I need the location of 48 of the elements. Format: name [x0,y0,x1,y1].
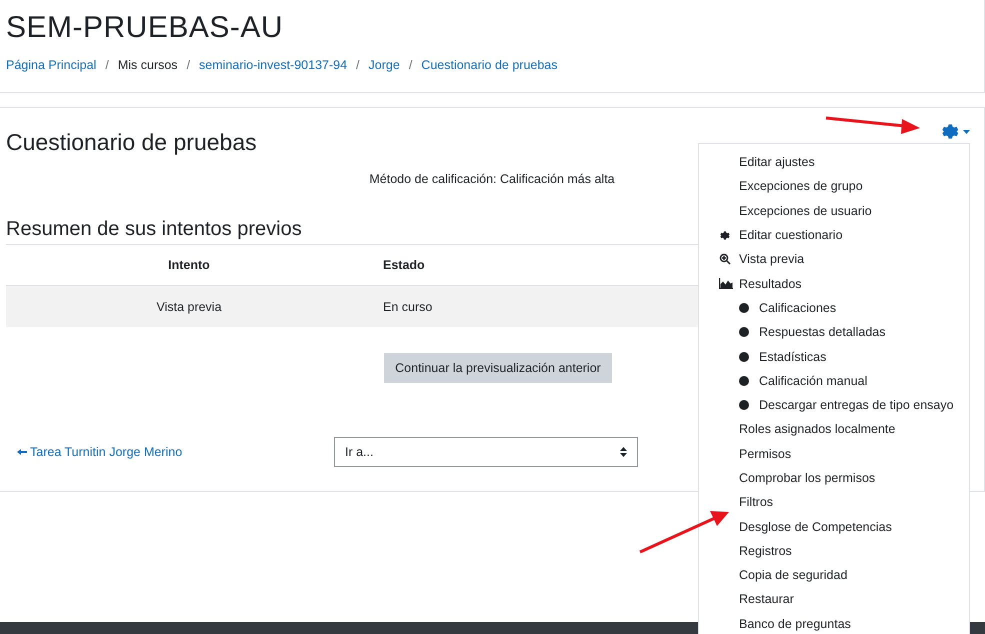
menu-item[interactable]: Vista previa [699,247,969,272]
breadcrumb-separator: / [105,58,109,72]
menu-item[interactable]: Copia de seguridad [699,563,969,588]
gear-icon [719,230,730,241]
bullet-icon [739,376,749,386]
menu-item[interactable]: Registros [699,538,969,564]
settings-button[interactable] [940,122,970,141]
menu-item[interactable]: Filtros [699,490,969,514]
menu-item[interactable]: Editar ajustes [699,150,969,174]
menu-item[interactable]: Editar cuestionario [699,222,969,248]
breadcrumb-link[interactable]: Cuestionario de pruebas [421,58,558,72]
zoom-icon [719,253,731,266]
grading-method: Método de calificación: Calificación más alta [369,172,615,186]
gear-icon [940,122,959,141]
continue-button[interactable]: Continuar la previsualización anterior [384,353,612,383]
course-title: SEM-PRUEBAS-AU [6,10,284,46]
bullet-icon [739,302,749,313]
breadcrumb-text: Mis cursos [118,58,178,72]
menu-item[interactable]: Excepciones de usuario [699,198,969,223]
menu-item[interactable]: Estadísticas [699,344,969,369]
menu-item[interactable]: Roles asignados localmente [699,417,969,442]
table-cell: Vista previa [6,286,372,327]
bullet-icon [739,352,749,362]
previous-activity-link[interactable]: Tarea Turnitin Jorge Merino [17,445,334,459]
bullet-icon [739,327,749,338]
caret-icon [963,130,970,134]
menu-item[interactable]: Restaurar [699,587,969,612]
menu-item[interactable]: Descargar entregas de tipo ensayo [699,392,969,418]
menu-item[interactable]: Desglose de Competencias [699,514,969,539]
jump-select[interactable]: Ir a... [334,437,638,467]
chart-icon [719,278,733,290]
breadcrumb-separator: / [186,58,190,72]
menu-item[interactable]: Calificación manual [699,368,969,393]
menu-item[interactable]: Comprobar los permisos [699,466,969,490]
arrow-icon [17,449,27,455]
breadcrumb-separator: / [408,58,412,72]
breadcrumb-link[interactable]: Jorge [368,58,400,72]
up-down-icon [620,447,627,457]
breadcrumb-separator: / [356,58,360,72]
menu-item[interactable]: Banco de preguntas [699,612,969,634]
breadcrumb-link[interactable]: Página Principal [6,58,96,72]
summary-title: Resumen de sus intentos previos [6,217,302,242]
breadcrumb-link[interactable]: seminario-invest-90137-94 [199,58,348,72]
bullet-icon [739,400,749,410]
menu-item[interactable]: Excepciones de grupo [699,174,969,199]
quiz-title: Cuestionario de pruebas [6,128,257,157]
menu-item[interactable]: Calificaciones [699,296,969,320]
menu-item[interactable]: Permisos [699,442,969,466]
